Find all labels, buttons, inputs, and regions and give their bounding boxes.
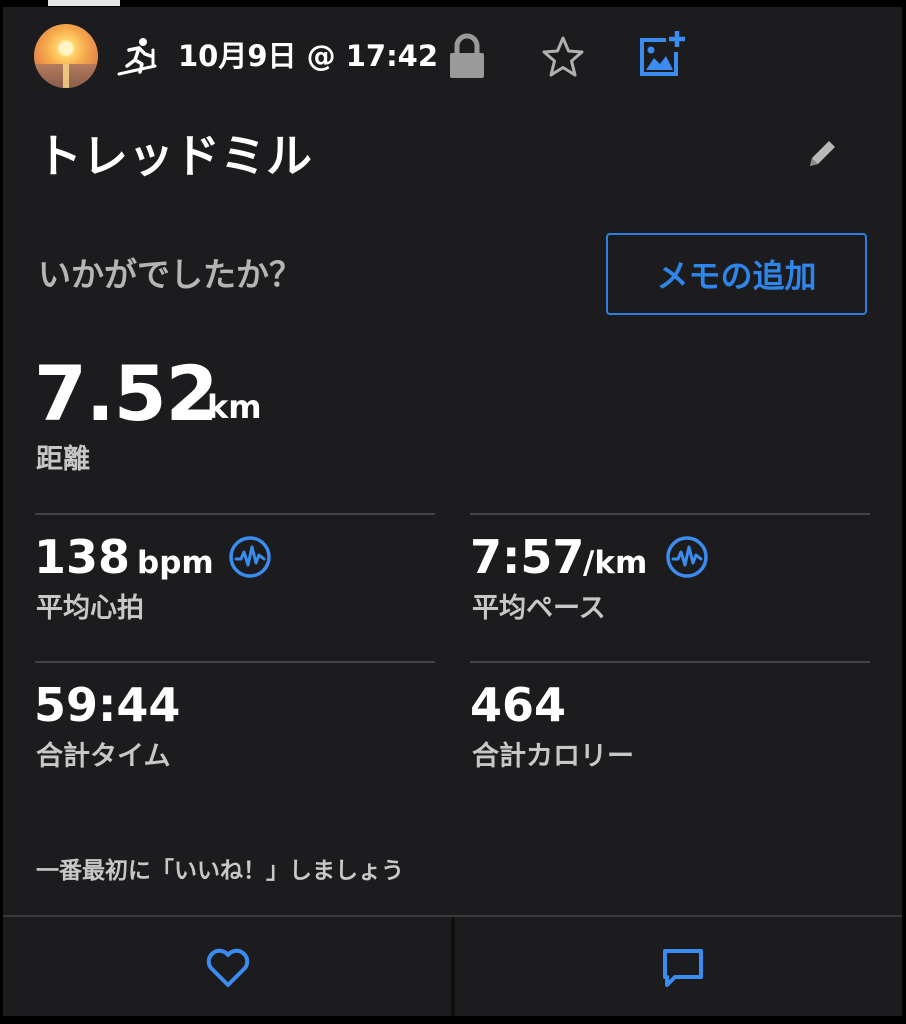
lock-icon[interactable] — [446, 32, 488, 80]
avatar[interactable] — [34, 24, 98, 88]
distance-unit: km — [207, 388, 262, 426]
pace-value: 7:57 — [470, 530, 585, 584]
total-calories-label: 合計カロリー — [472, 741, 634, 772]
pencil-icon[interactable] — [802, 134, 842, 174]
add-memo-button[interactable]: メモの追加 — [606, 233, 867, 315]
divider — [35, 513, 435, 515]
tab-indicator — [48, 0, 120, 6]
comment-button[interactable] — [455, 917, 902, 1018]
action-bar — [3, 915, 902, 1018]
avatar-reflection — [63, 64, 69, 88]
top-status-strip — [0, 0, 906, 7]
divider — [35, 661, 435, 663]
total-time-label: 合計タイム — [36, 741, 171, 772]
like-prompt: 一番最初に「いいね！」しましょう — [36, 858, 404, 884]
left-edge — [0, 0, 3, 1024]
divider — [470, 661, 870, 663]
add-photo-icon[interactable] — [636, 28, 686, 80]
distance-label: 距離 — [36, 444, 90, 475]
heart-rate-chart-icon[interactable] — [228, 535, 272, 579]
pace-unit: /km — [583, 545, 648, 581]
pace-chart-icon[interactable] — [665, 535, 709, 579]
activity-date-time: 10月9日 @ 17:42 — [178, 39, 439, 73]
feeling-prompt: いかがでしたか？ — [38, 255, 302, 294]
activity-detail-page: 10月9日 @ 17:42 トレッドミル いかがでしたか？ メモの追加 7.52… — [0, 0, 906, 1024]
divider — [470, 513, 870, 515]
heart-rate-value: 138 — [34, 530, 131, 584]
total-calories-value: 464 — [470, 678, 567, 732]
heart-rate-label: 平均心拍 — [36, 593, 144, 624]
comment-icon — [663, 949, 703, 987]
total-time-value: 59:44 — [34, 678, 181, 732]
treadmill-icon — [117, 38, 157, 76]
bottom-edge — [0, 1016, 906, 1024]
like-button[interactable] — [3, 917, 451, 1018]
activity-title: トレッドミル — [36, 129, 312, 183]
star-icon[interactable] — [539, 33, 587, 81]
heart-icon — [206, 948, 250, 987]
right-edge — [902, 0, 906, 1024]
heart-rate-unit: bpm — [137, 545, 214, 581]
distance-value: 7.52 — [34, 349, 219, 438]
pace-label: 平均ペース — [472, 593, 606, 624]
